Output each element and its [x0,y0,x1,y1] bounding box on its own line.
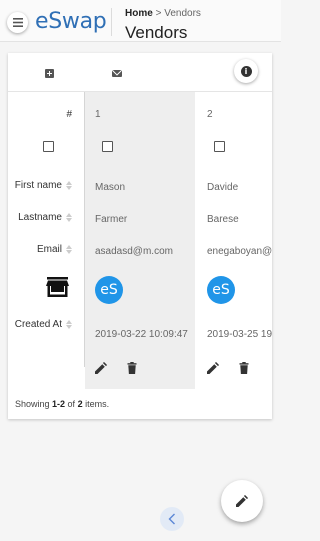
breadcrumb-separator: > [155,8,162,19]
vendor-record: 2 Davide Barese enegaboyan@m eS 2019-03-… [197,92,272,389]
sort-icon[interactable] [66,213,72,222]
header-divider [111,8,112,36]
record-index: 1 [95,109,101,120]
sort-icon[interactable] [66,181,72,190]
info-button[interactable]: i [234,59,258,83]
email-cell: asadasd@m.com [95,246,173,257]
first-name-cell: Davide [207,182,239,193]
breadcrumb-home[interactable]: Home [125,8,153,19]
trash-icon[interactable] [126,362,138,374]
avatar: eS [207,276,235,304]
summary-prefix: Showing [15,399,53,409]
first-name-header[interactable]: First name [15,180,72,191]
store-icon [46,277,69,297]
field-labels-column: # First name Lastname Email Created At [8,92,84,389]
sort-icon[interactable] [66,320,72,329]
menu-icon [12,18,23,27]
last-name-cell: Farmer [95,214,128,225]
email-cell: enegaboyan@m [207,246,272,257]
sort-icon[interactable] [66,245,72,254]
pencil-icon[interactable] [95,362,107,374]
created-at-cell: 2019-03-22 10:09:47 [95,329,188,340]
edit-fab-button[interactable] [221,480,263,522]
record-index: 2 [207,109,213,120]
created-at-label: Created At [14,319,62,330]
summary-range: 1-2 [52,399,66,409]
top-bar: eSwap Home > Vendors Vendors [0,0,281,42]
page-title: Vendors [125,23,188,42]
trash-icon[interactable] [238,362,250,374]
row-checkbox[interactable] [214,141,225,152]
mail-icon[interactable] [112,70,122,77]
pagination-summary: Showing 1-2 of 2 items. [15,399,109,409]
index-header: # [66,109,72,120]
avatar: eS [95,276,123,304]
chevron-left-icon [168,513,175,525]
summary-middle: of [65,399,78,409]
summary-suffix: items. [82,399,110,409]
vendors-card: i # First name Lastname Email Created At [8,53,272,419]
breadcrumb-current: Vendors [164,8,201,19]
created-at-cell: 2019-03-25 19:0 [207,329,272,340]
first-name-label: First name [14,180,62,191]
vendor-record: 1 Mason Farmer asadasd@m.com eS 2019-03-… [85,92,195,389]
pencil-icon[interactable] [207,362,219,374]
last-name-header[interactable]: Lastname [18,212,72,223]
last-name-label: Lastname [18,212,62,223]
created-at-header[interactable]: Created At [15,319,72,330]
breadcrumb: Home > Vendors [125,8,201,19]
last-name-cell: Barese [207,214,239,225]
pencil-icon [236,495,248,507]
menu-button[interactable] [7,12,28,33]
app-logo[interactable]: eSwap [35,9,107,34]
email-label: Email [36,244,62,255]
row-checkbox[interactable] [102,141,113,152]
collapse-button[interactable] [160,507,184,531]
first-name-cell: Mason [95,182,126,193]
add-box-icon[interactable] [45,69,54,78]
info-icon: i [240,65,252,77]
email-header[interactable]: Email [37,244,72,255]
select-all-checkbox[interactable] [43,141,54,152]
